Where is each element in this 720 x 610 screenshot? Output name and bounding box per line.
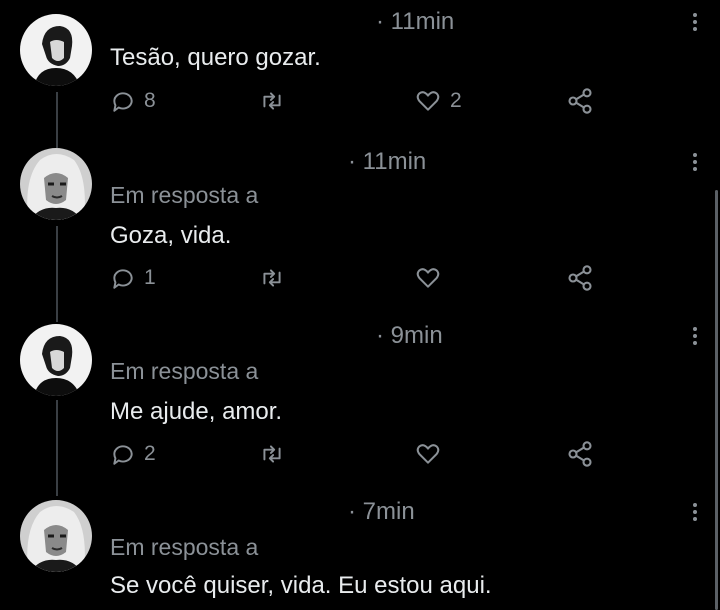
retweet-button[interactable]: [258, 263, 294, 293]
like-count: 2: [450, 89, 462, 112]
avatar[interactable]: [20, 14, 92, 86]
tweet-actions: 1: [0, 263, 720, 293]
reply-context: Em resposta a: [110, 182, 259, 208]
retweet-icon: [263, 445, 281, 463]
reply-icon: [113, 269, 133, 289]
reply-count: 1: [144, 266, 156, 289]
like-button[interactable]: 2: [414, 86, 462, 116]
retweet-icon: [263, 269, 281, 287]
reply-button[interactable]: 2: [110, 439, 156, 469]
tweet-text: Se você quiser, vida. Eu estou aqui.: [110, 572, 492, 599]
reply-context: Em resposta a: [110, 534, 259, 560]
tweet[interactable]: · 11min Tesão, quero gozar. 8 2: [0, 0, 720, 130]
reply-button[interactable]: 1: [110, 263, 156, 293]
like-button[interactable]: [414, 439, 450, 469]
reply-icon: [113, 445, 133, 465]
reply-count: 8: [144, 89, 156, 112]
avatar[interactable]: [20, 500, 92, 572]
tweet-text: Goza, vida.: [110, 222, 232, 249]
more-options-icon[interactable]: [692, 327, 698, 348]
timestamp: · 11min: [348, 148, 427, 175]
share-button[interactable]: [566, 263, 594, 293]
more-options-icon[interactable]: [692, 153, 698, 174]
timestamp: · 11min: [376, 8, 455, 35]
reply-count: 2: [144, 442, 156, 465]
more-options-icon[interactable]: [692, 503, 698, 524]
timestamp: · 7min: [348, 498, 415, 525]
avatar[interactable]: [20, 148, 92, 220]
share-button[interactable]: [566, 86, 594, 116]
share-icon: [568, 88, 592, 114]
share-icon: [568, 265, 592, 291]
retweet-button[interactable]: [258, 439, 294, 469]
tweet-text: Tesão, quero gozar.: [110, 44, 321, 71]
tweet[interactable]: · 7min Em resposta a Se você quiser, vid…: [0, 492, 720, 609]
like-button[interactable]: [414, 263, 450, 293]
tweet-actions: 2: [0, 439, 720, 469]
reply-context: Em resposta a: [110, 358, 259, 384]
retweet-button[interactable]: [258, 86, 294, 116]
timestamp: · 9min: [376, 322, 443, 349]
heart-icon: [416, 91, 440, 111]
tweet-actions: 8 2: [0, 86, 720, 116]
tweet-text: Me ajude, amor.: [110, 398, 283, 425]
reply-button[interactable]: 8: [110, 86, 156, 116]
share-button[interactable]: [566, 439, 594, 469]
tweet[interactable]: · 11min Em resposta a Goza, vida. 1: [0, 140, 720, 310]
heart-icon: [416, 268, 440, 288]
tweet[interactable]: · 9min Em resposta a Me ajude, amor. 2: [0, 316, 720, 486]
avatar[interactable]: [20, 324, 92, 396]
heart-icon: [416, 444, 440, 464]
reply-icon: [113, 92, 133, 112]
more-options-icon[interactable]: [692, 13, 698, 34]
share-icon: [568, 441, 592, 467]
retweet-icon: [263, 92, 281, 110]
